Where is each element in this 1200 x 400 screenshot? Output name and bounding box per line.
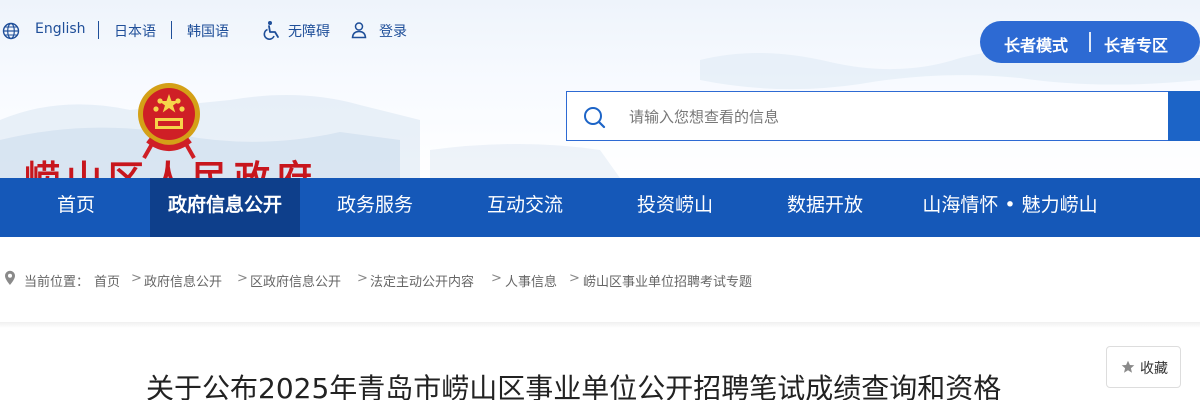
nav-item-home[interactable]: 首页	[30, 178, 122, 237]
site-title: 崂山区人民政府	[24, 160, 318, 179]
elder-mode-button[interactable]: 长者模式	[1004, 32, 1068, 56]
elder-mode-bar: 长者模式 长者专区	[980, 21, 1200, 63]
accessibility-icon[interactable]	[262, 20, 282, 40]
breadcrumb-item[interactable]: 法定主动公开内容	[370, 271, 474, 290]
breadcrumb-item[interactable]: 人事信息	[505, 271, 557, 290]
breadcrumb-item[interactable]: 区政府信息公开	[250, 271, 341, 290]
star-icon	[1121, 360, 1135, 373]
lang-japanese-link[interactable]: 日本语	[114, 21, 156, 41]
accessibility-link[interactable]: 无障碍	[288, 21, 330, 41]
divider	[171, 21, 172, 39]
lang-korean-link[interactable]: 韩国语	[187, 21, 229, 41]
breadcrumb-separator: >	[357, 271, 368, 286]
location-pin-icon	[5, 270, 15, 285]
breadcrumb-separator: >	[569, 271, 580, 286]
nav-item-investment[interactable]: 投资崂山	[620, 178, 730, 237]
login-link[interactable]: 登录	[379, 21, 407, 41]
nav-item-open-data[interactable]: 数据开放	[770, 178, 880, 237]
elder-zone-button[interactable]: 长者专区	[1104, 32, 1168, 56]
nav-item-interaction[interactable]: 互动交流	[470, 178, 580, 237]
national-emblem	[138, 83, 200, 159]
divider	[1089, 32, 1091, 52]
favorite-button[interactable]: 收藏	[1106, 346, 1181, 388]
divider	[98, 21, 99, 39]
nav-item-gov-info[interactable]: 政府信息公开	[150, 178, 300, 237]
breadcrumb-prefix: 当前位置：	[24, 275, 90, 290]
breadcrumb-separator: >	[237, 271, 248, 286]
nav-item-gov-services[interactable]: 政务服务	[320, 178, 430, 237]
header-banner: English 日本语 韩国语 无障碍 登录 长者模式 长者专区 请输入您想查看…	[0, 0, 1200, 178]
search-button[interactable]	[1168, 91, 1200, 141]
globe-icon	[2, 22, 20, 40]
breadcrumb-item[interactable]: 崂山区事业单位招聘考试专题	[583, 271, 752, 290]
user-icon[interactable]	[350, 21, 368, 39]
breadcrumb-item[interactable]: 首页	[94, 271, 120, 290]
breadcrumb-separator: >	[491, 271, 502, 286]
search-icon[interactable]	[582, 105, 606, 129]
breadcrumb-separator: >	[131, 271, 142, 286]
favorite-label: 收藏	[1140, 361, 1168, 377]
lang-english-link[interactable]: English	[35, 21, 86, 37]
nav-item-charm-laoshan[interactable]: 山海情怀 • 魅力崂山	[905, 178, 1115, 237]
breadcrumb: 当前位置： 首页 > 政府信息公开 > 区政府信息公开 > 法定主动公开内容 >…	[0, 262, 1200, 296]
search-box	[566, 91, 1200, 141]
main-navigation: 首页 政府信息公开 政务服务 互动交流 投资崂山 数据开放 山海情怀 • 魅力崂…	[0, 178, 1200, 237]
section-divider	[0, 322, 1200, 328]
search-input[interactable]	[629, 104, 1149, 130]
breadcrumb-item[interactable]: 政府信息公开	[144, 271, 222, 290]
article-title: 关于公布2025年青岛市崂山区事业单位公开招聘笔试成绩查询和资格	[146, 372, 1002, 400]
